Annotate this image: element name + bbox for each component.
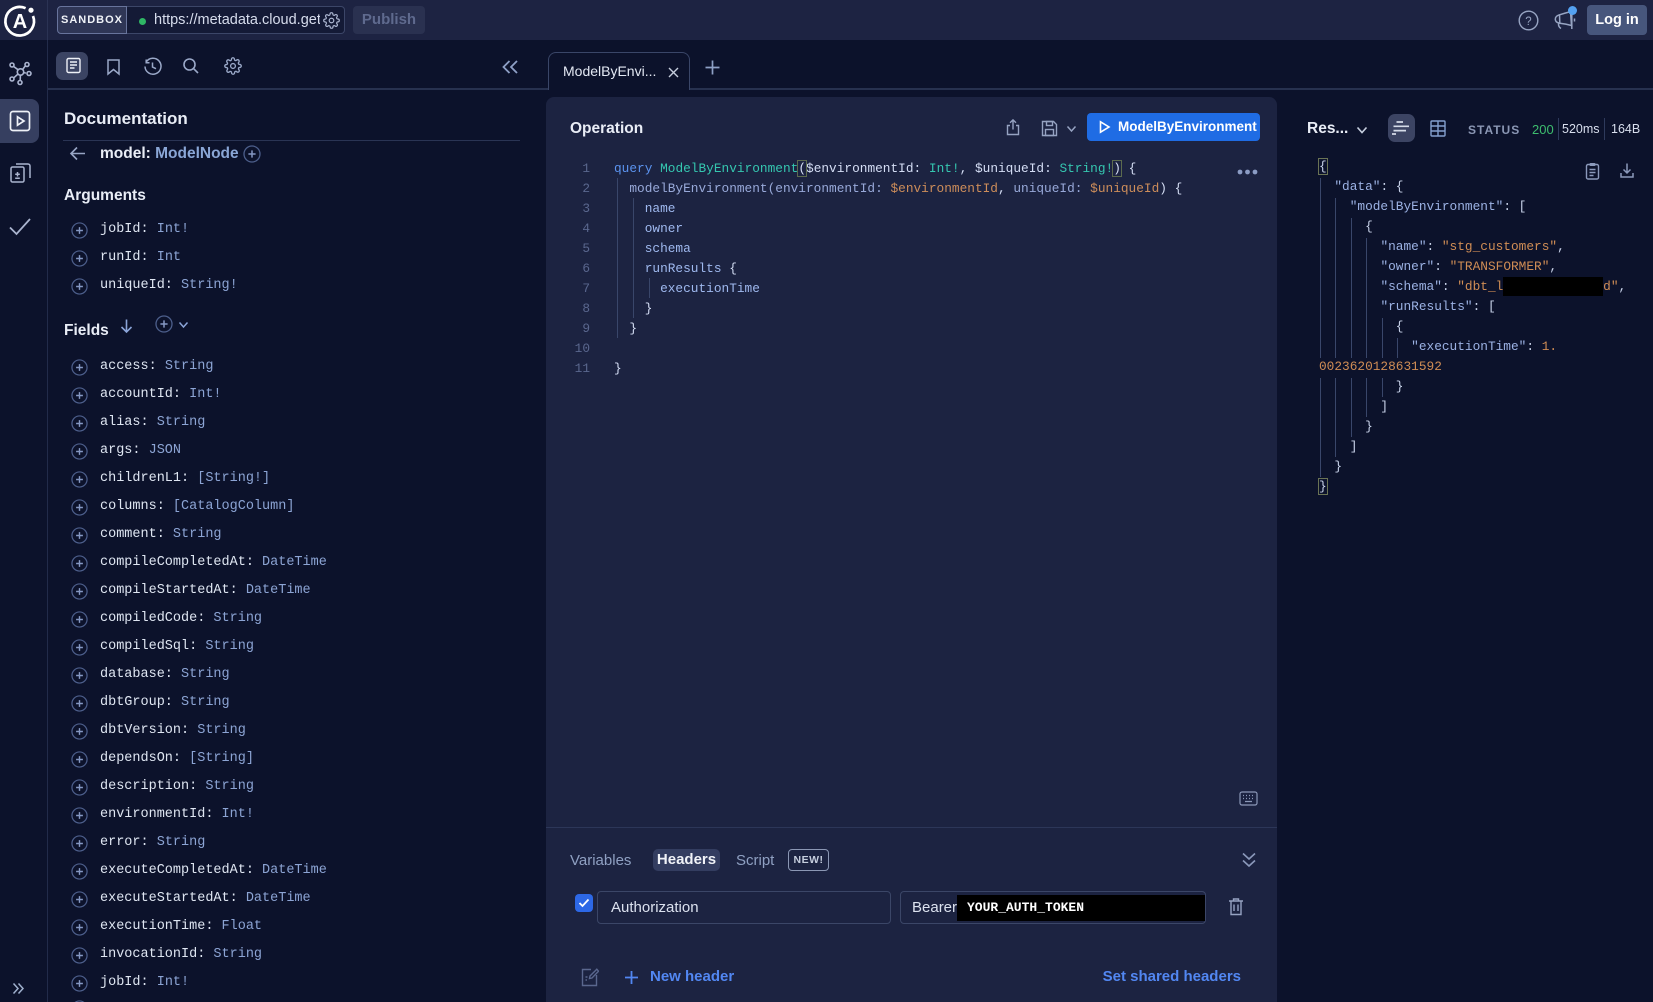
svg-text:?: ? — [1525, 16, 1531, 28]
svg-text:A: A — [13, 11, 27, 33]
